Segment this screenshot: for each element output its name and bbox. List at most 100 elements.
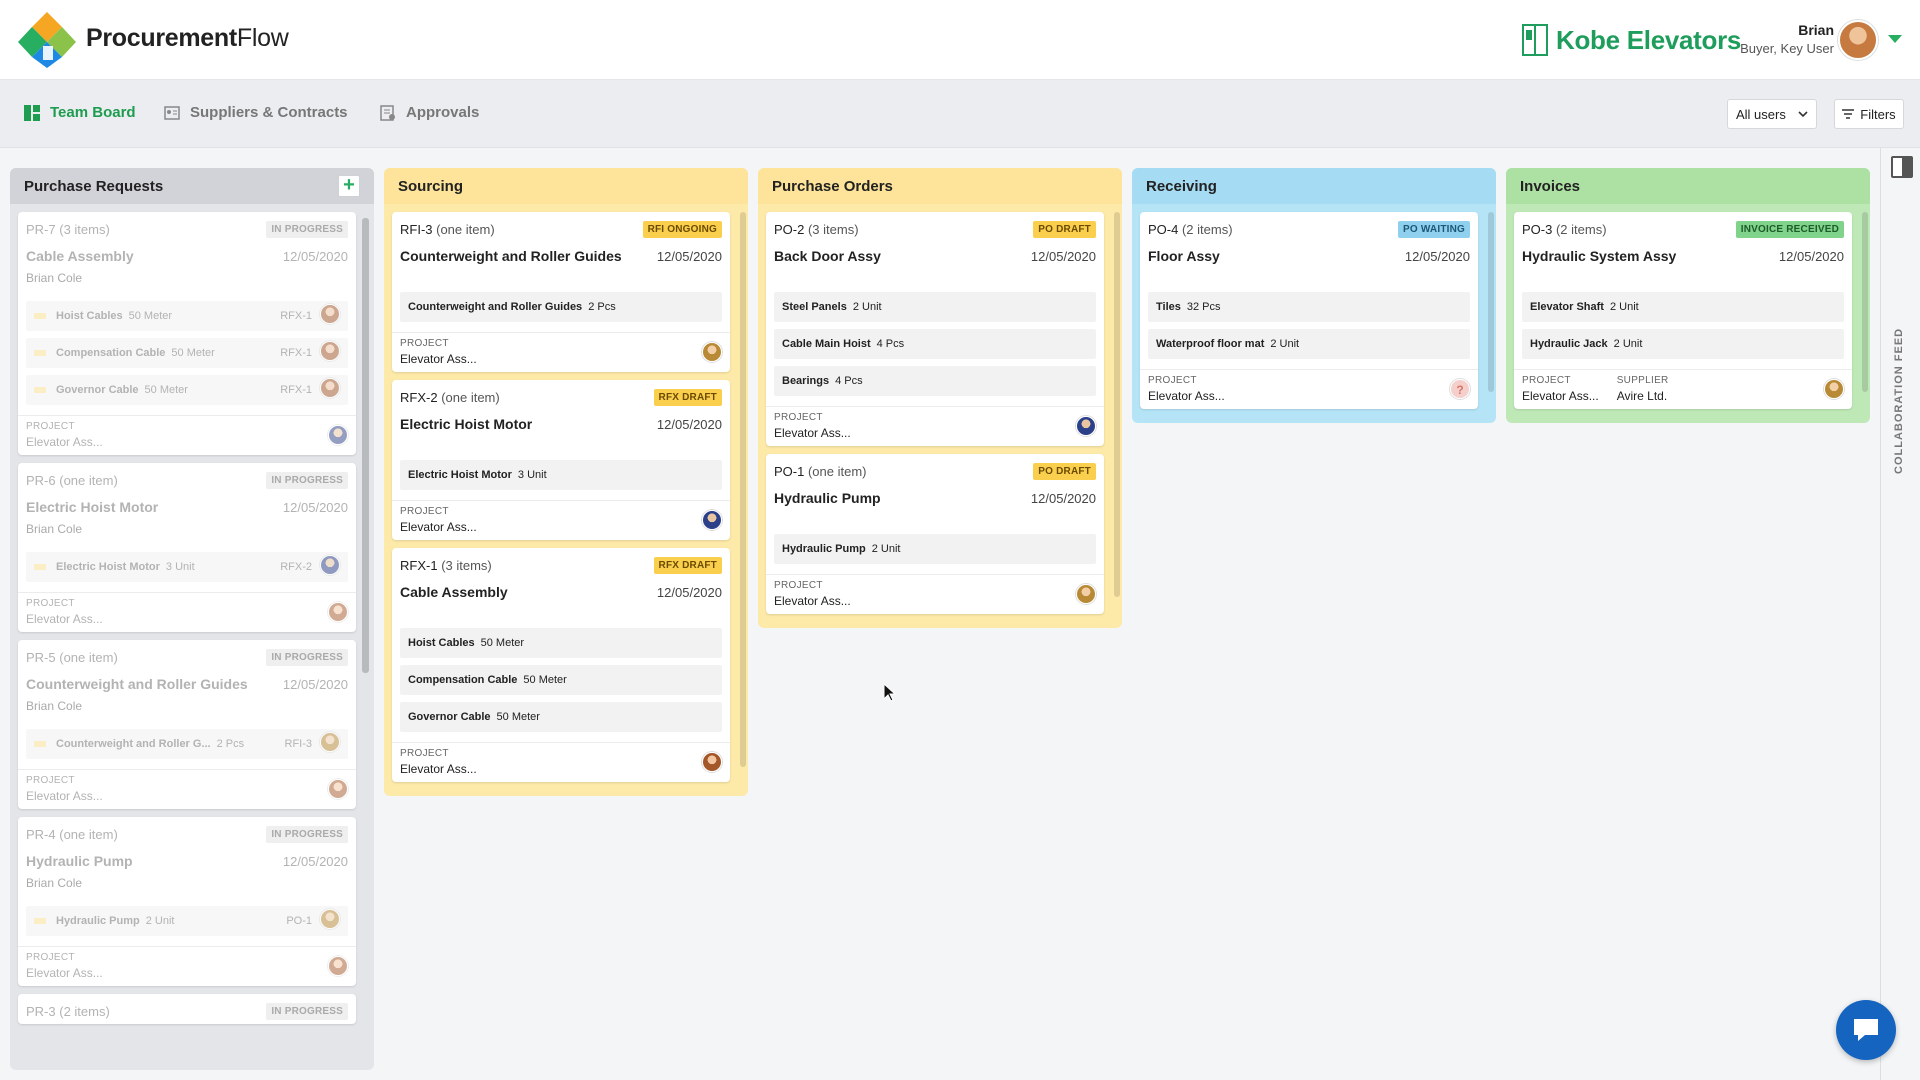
list-item: Compensation Cable 50 Meter [400, 665, 722, 695]
filters-button[interactable]: Filters [1834, 99, 1904, 129]
column-title: Purchase Requests [24, 177, 164, 195]
contacts-icon [164, 105, 180, 120]
sourcing-card[interactable]: RFX-2 (one item) RFX DRAFT Electric Hoist… [392, 380, 730, 540]
purchase-order-card[interactable]: PO-1 (one item) PO DRAFT Hydraulic Pump 12… [766, 454, 1104, 614]
avatar [328, 956, 348, 976]
tab-approvals[interactable]: Approvals [380, 104, 479, 121]
column-invoices: Invoices PO-3 (2 items) INVOICE RECEIVED … [1506, 168, 1870, 423]
purchase-request-card[interactable]: PR-3 (2 items) IN PROGRESS [18, 994, 356, 1024]
column-title: Purchase Orders [772, 177, 893, 195]
list-item: Governor Cable 50 Meter [400, 702, 722, 732]
column-purchase-orders: Purchase Orders PO-2 (3 items) PO DRAFT B… [758, 168, 1122, 628]
avatar [702, 342, 722, 362]
approvals-icon [380, 104, 395, 121]
status-badge: IN PROGRESS [266, 825, 348, 843]
status-badge: IN PROGRESS [266, 1002, 348, 1020]
user-menu-caret-icon[interactable] [1888, 35, 1902, 43]
user-filter-select[interactable]: All users [1727, 99, 1817, 129]
purchase-order-card[interactable]: PO-2 (3 items) PO DRAFT Back Door Assy 12/… [766, 212, 1104, 446]
column-receiving: Receiving PO-4 (2 items) PO WAITING Floor… [1132, 168, 1496, 423]
list-item: Hydraulic Pump 2 Unit [774, 534, 1096, 564]
purchase-request-card[interactable]: PR-4 (one item) IN PROGRESS Hydraulic Pum… [18, 817, 356, 986]
column-title: Invoices [1520, 177, 1581, 195]
user-avatar[interactable] [1838, 20, 1878, 60]
tab-team-board-label: Team Board [50, 104, 136, 121]
scrollbar[interactable] [1114, 212, 1120, 598]
avatar [702, 510, 722, 530]
list-item: Bearings 4 Pcs [774, 366, 1096, 396]
chat-button[interactable] [1836, 1000, 1896, 1060]
status-badge: INVOICE RECEIVED [1735, 220, 1844, 238]
scrollbar[interactable] [1488, 212, 1494, 393]
list-item: Hydraulic Pump 2 Unit PO-1 [26, 906, 348, 936]
receiving-card[interactable]: PO-4 (2 items) PO WAITING Floor Assy 12/05… [1140, 212, 1478, 409]
status-badge: RFI ONGOING [642, 220, 722, 238]
app-title: ProcurementFlow [86, 24, 289, 52]
status-badge: IN PROGRESS [266, 648, 348, 666]
purchase-request-card[interactable]: PR-6 (one item) IN PROGRESS Electric Hois… [18, 463, 356, 632]
sourcing-card[interactable]: RFX-1 (3 items) RFX DRAFT Cable Assembly 1… [392, 548, 730, 782]
list-item: Steel Panels 2 Unit [774, 292, 1096, 322]
elevator-door-icon [1522, 24, 1548, 56]
tab-suppliers-contracts[interactable]: Suppliers & Contracts [164, 104, 348, 121]
board-icon [24, 104, 40, 121]
avatar [1076, 584, 1096, 604]
scrollbar[interactable] [740, 212, 746, 767]
company-brand: Kobe Elevators [1522, 22, 1741, 58]
add-purchase-request-button[interactable]: + [338, 175, 360, 197]
collaboration-feed-panel[interactable]: COLLABORATION FEED [1880, 148, 1920, 1080]
chat-bubble-icon [1854, 1019, 1878, 1041]
avatar [328, 425, 348, 445]
app-logo-icon[interactable] [18, 12, 76, 68]
tab-suppliers-label: Suppliers & Contracts [190, 104, 348, 121]
list-item: Electric Hoist Motor 3 Unit [400, 460, 722, 490]
chevron-down-icon [1798, 111, 1808, 118]
tab-approvals-label: Approvals [406, 104, 480, 121]
invoice-card[interactable]: PO-3 (2 items) INVOICE RECEIVED Hydraulic… [1514, 212, 1852, 409]
status-badge: IN PROGRESS [266, 220, 348, 238]
user-role: Buyer, Key User [1740, 41, 1834, 56]
tab-team-board[interactable]: Team Board [24, 104, 136, 121]
nav-bar: Team Board Suppliers & Contracts Approva… [0, 80, 1920, 148]
scrollbar[interactable] [1862, 212, 1868, 393]
list-item: Hoist Cables 50 Meter [400, 628, 722, 658]
list-item: Hydraulic Jack 2 Unit [1522, 329, 1844, 359]
column-purchase-requests: Purchase Requests + PR-7 (3 items) IN PRO… [10, 168, 374, 1070]
unassigned-avatar-icon: ? [1450, 379, 1470, 399]
user-info[interactable]: Brian Buyer, Key User [1740, 22, 1834, 56]
list-item: Elevator Shaft 2 Unit [1522, 292, 1844, 322]
list-item: Waterproof floor mat 2 Unit [1148, 329, 1470, 359]
status-badge: PO DRAFT [1033, 220, 1096, 238]
status-badge: IN PROGRESS [266, 471, 348, 489]
list-item: Electric Hoist Motor 3 Unit RFX-2 [26, 552, 348, 582]
list-item: Tiles 32 Pcs [1148, 292, 1470, 322]
filter-icon [1842, 109, 1855, 119]
list-item: Cable Main Hoist 4 Pcs [774, 329, 1096, 359]
list-item: Counterweight and Roller Guides 2 Pcs [400, 292, 722, 322]
filters-label: Filters [1860, 106, 1896, 122]
panel-toggle-icon[interactable] [1891, 156, 1913, 178]
user-name: Brian [1798, 22, 1834, 38]
purchase-request-card[interactable]: PR-7 (3 items) IN PROGRESS Cable Assembly… [18, 212, 356, 455]
avatar [702, 752, 722, 772]
column-sourcing: Sourcing RFI-3 (one item) RFI ONGOING Cou… [384, 168, 748, 796]
sourcing-card[interactable]: RFI-3 (one item) RFI ONGOING Counterweigh… [392, 212, 730, 372]
brand-name: Kobe Elevators [1556, 24, 1742, 55]
scrollbar[interactable] [362, 218, 369, 673]
mouse-cursor-icon [884, 684, 896, 702]
column-title: Receiving [1146, 177, 1217, 195]
list-item: Compensation Cable 50 Meter RFX-1 [26, 338, 348, 368]
status-badge: PO DRAFT [1033, 462, 1096, 480]
status-badge: PO WAITING [1398, 220, 1470, 238]
avatar [1076, 416, 1096, 436]
avatar [328, 602, 348, 622]
avatar [328, 779, 348, 799]
column-title: Sourcing [398, 177, 464, 195]
user-filter-value: All users [1736, 106, 1786, 122]
list-item: Counterweight and Roller G... 2 Pcs RFI-3 [26, 729, 348, 759]
list-item: Hoist Cables 50 Meter RFX-1 [26, 301, 348, 331]
card-owner: Brian Cole [26, 271, 83, 285]
avatar [1824, 379, 1844, 399]
purchase-request-card[interactable]: PR-5 (one item) IN PROGRESS Counterweight… [18, 640, 356, 809]
top-bar: ProcurementFlow Kobe Elevators Brian Buy… [0, 0, 1920, 80]
